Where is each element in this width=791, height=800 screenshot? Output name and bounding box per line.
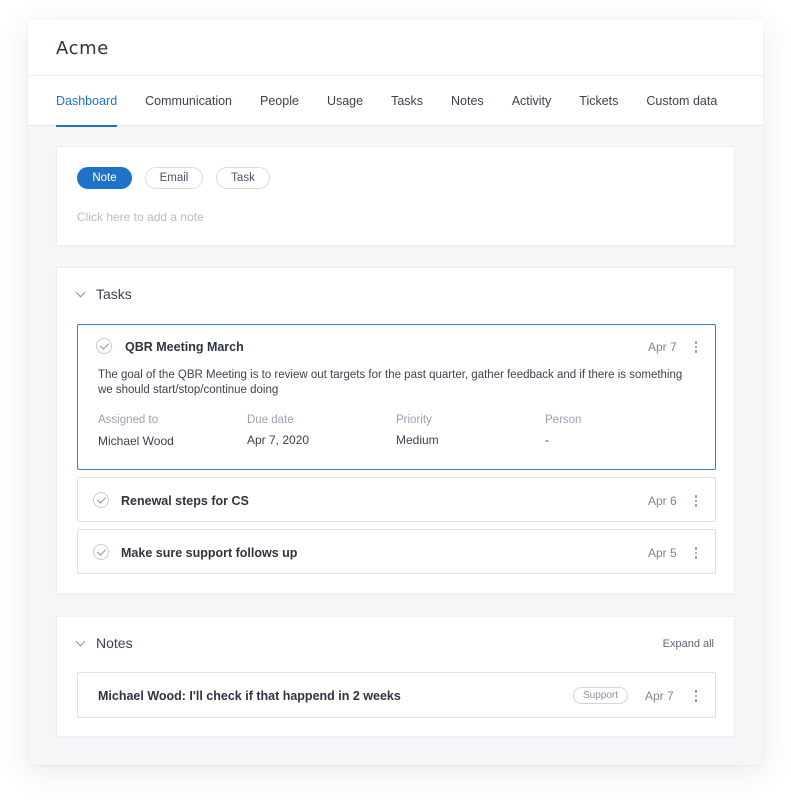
notes-section-toggle[interactable]: Notes — [75, 635, 133, 651]
note-tag-badge: Support — [573, 687, 629, 704]
chevron-down-icon — [75, 636, 86, 647]
tab-communication[interactable]: Communication — [145, 76, 232, 126]
task-title: Make sure support follows up — [121, 546, 298, 560]
notes-section: Notes Expand all Michael Wood: I'll chec… — [56, 616, 735, 737]
kebab-menu-icon[interactable] — [690, 339, 702, 355]
task-item-renewal-steps[interactable]: Renewal steps for CS Apr 6 — [77, 477, 716, 522]
due-date-label: Due date — [247, 414, 294, 426]
check-circle-icon[interactable] — [93, 492, 109, 508]
note-text: Michael Wood: I'll check if that happend… — [98, 689, 401, 703]
priority-label: Priority — [396, 414, 432, 426]
task-title: QBR Meeting March — [125, 340, 244, 354]
note-item[interactable]: Michael Wood: I'll check if that happend… — [77, 672, 716, 718]
task-description: The goal of the QBR Meeting is to review… — [98, 369, 683, 396]
note-date: Apr 7 — [645, 689, 674, 703]
assigned-to-label: Assigned to — [98, 414, 159, 426]
task-date: Apr 7 — [648, 340, 677, 354]
email-type-button[interactable]: Email — [145, 167, 203, 189]
header: Acme Dashboard Communication People Usag… — [28, 20, 763, 127]
kebab-menu-icon[interactable] — [690, 545, 702, 561]
company-profile-window: Acme Dashboard Communication People Usag… — [28, 20, 763, 765]
composer-card: Note Email Task Click here to add a note — [56, 146, 735, 246]
kebab-menu-icon[interactable] — [690, 493, 702, 509]
tasks-section-toggle[interactable]: Tasks — [75, 286, 132, 302]
task-date: Apr 5 — [648, 546, 677, 560]
chevron-down-icon — [75, 287, 86, 298]
tab-people[interactable]: People — [260, 76, 299, 126]
task-date: Apr 6 — [648, 494, 677, 508]
tab-usage[interactable]: Usage — [327, 76, 363, 126]
person-label: Person — [545, 414, 582, 426]
tab-notes[interactable]: Notes — [451, 76, 484, 126]
task-item-support-follow-up[interactable]: Make sure support follows up Apr 5 — [77, 529, 716, 574]
person-value: - — [545, 433, 549, 447]
assigned-to-value: Michael Wood — [98, 434, 174, 448]
company-title: Acme — [56, 38, 109, 59]
tab-tickets[interactable]: Tickets — [579, 76, 618, 126]
check-circle-icon[interactable] — [93, 544, 109, 560]
task-title: Renewal steps for CS — [121, 494, 249, 508]
task-type-button[interactable]: Task — [216, 167, 270, 189]
tab-dashboard[interactable]: Dashboard — [56, 76, 118, 127]
notes-section-title: Notes — [96, 635, 133, 651]
check-circle-icon[interactable] — [96, 338, 112, 354]
tasks-section-title: Tasks — [96, 286, 132, 302]
tasks-section: Tasks QBR Meeting March Apr 7 The goal o… — [56, 267, 735, 594]
task-item-qbr-meeting[interactable]: QBR Meeting March Apr 7 The goal of the … — [77, 324, 716, 470]
kebab-menu-icon[interactable] — [690, 688, 702, 704]
due-date-value: Apr 7, 2020 — [247, 433, 310, 447]
tab-bar: Dashboard Communication People Usage Tas… — [56, 76, 745, 127]
tab-custom-data[interactable]: Custom data — [646, 76, 717, 126]
tab-tasks[interactable]: Tasks — [391, 76, 423, 126]
priority-value: Medium — [396, 433, 439, 447]
note-type-button[interactable]: Note — [77, 167, 132, 189]
add-note-input[interactable]: Click here to add a note — [77, 210, 204, 224]
tab-activity[interactable]: Activity — [512, 76, 552, 126]
expand-all-button[interactable]: Expand all — [663, 638, 714, 650]
